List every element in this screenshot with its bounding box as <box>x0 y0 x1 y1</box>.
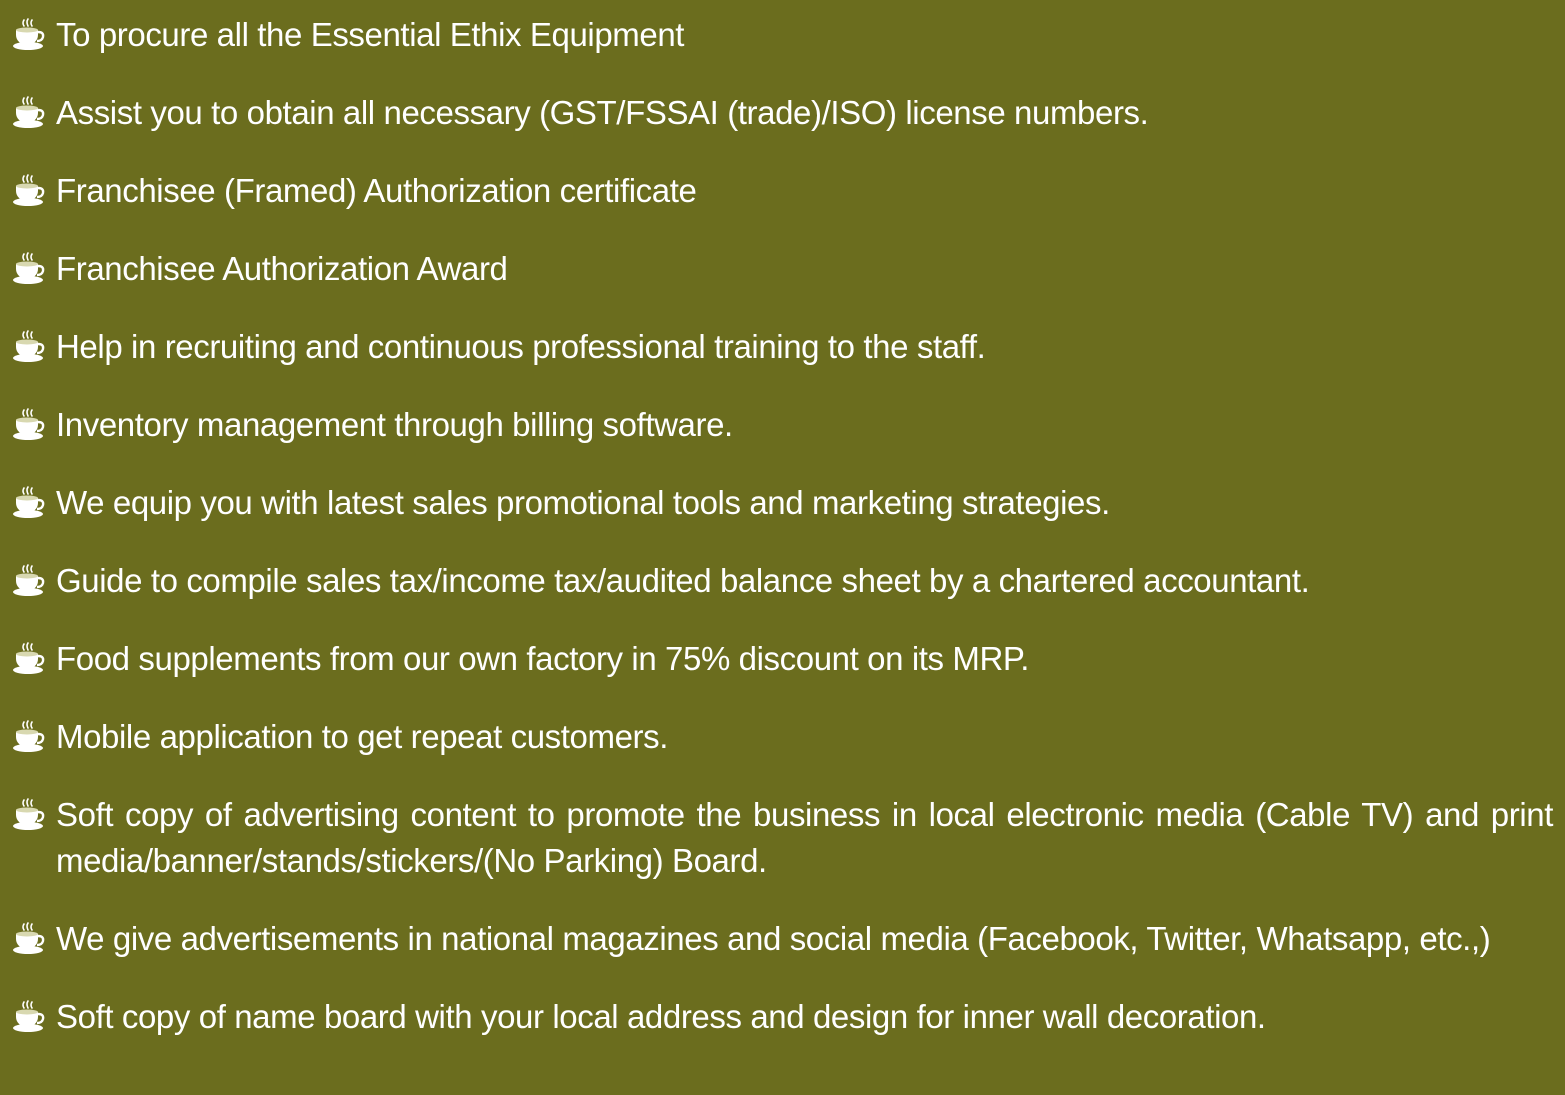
coffee-cup-icon <box>12 246 56 292</box>
coffee-cup-icon <box>12 402 56 448</box>
list-item-text: Inventory management through billing sof… <box>56 406 733 443</box>
list-item: Guide to compile sales tax/income tax/au… <box>12 558 1555 604</box>
services-list: To procure all the Essential Ethix Equip… <box>0 0 1565 1040</box>
coffee-cup-icon <box>12 168 56 214</box>
list-item: Assist you to obtain all necessary (GST/… <box>12 90 1555 136</box>
list-item-text: Franchisee Authorization Award <box>56 250 508 287</box>
coffee-cup-icon <box>12 916 56 962</box>
list-item-text: To procure all the Essential Ethix Equip… <box>56 16 685 53</box>
list-item: To procure all the Essential Ethix Equip… <box>12 12 1555 58</box>
coffee-cup-icon <box>12 90 56 136</box>
coffee-cup-icon <box>12 480 56 526</box>
list-item: Inventory management through billing sof… <box>12 402 1555 448</box>
coffee-cup-icon <box>12 558 56 604</box>
list-item-text: Soft copy of advertising content to prom… <box>56 796 1553 879</box>
list-item: Soft copy of advertising content to prom… <box>12 792 1555 884</box>
coffee-cup-icon <box>12 12 56 58</box>
list-item: We give advertisements in national magaz… <box>12 916 1555 962</box>
list-item-text: Food supplements from our own factory in… <box>56 640 1030 677</box>
list-item: Food supplements from our own factory in… <box>12 636 1555 682</box>
list-item-text: Franchisee (Framed) Authorization certif… <box>56 172 697 209</box>
list-item-text: Soft copy of name board with your local … <box>56 998 1266 1035</box>
list-item: Franchisee Authorization Award <box>12 246 1555 292</box>
coffee-cup-icon <box>12 714 56 760</box>
list-item-text: We give advertisements in national magaz… <box>56 920 1491 957</box>
coffee-cup-icon <box>12 324 56 370</box>
list-item: Help in recruiting and continuous profes… <box>12 324 1555 370</box>
list-item: Franchisee (Framed) Authorization certif… <box>12 168 1555 214</box>
list-item-text: We equip you with latest sales promotion… <box>56 484 1110 521</box>
list-item-text: Mobile application to get repeat custome… <box>56 718 668 755</box>
list-item: Mobile application to get repeat custome… <box>12 714 1555 760</box>
list-item: Soft copy of name board with your local … <box>12 994 1555 1040</box>
coffee-cup-icon <box>12 636 56 682</box>
list-item-text: Help in recruiting and continuous profes… <box>56 328 986 365</box>
coffee-cup-icon <box>12 792 56 838</box>
list-item: We equip you with latest sales promotion… <box>12 480 1555 526</box>
list-item-text: Assist you to obtain all necessary (GST/… <box>56 94 1149 131</box>
coffee-cup-icon <box>12 994 56 1040</box>
list-item-text: Guide to compile sales tax/income tax/au… <box>56 562 1310 599</box>
